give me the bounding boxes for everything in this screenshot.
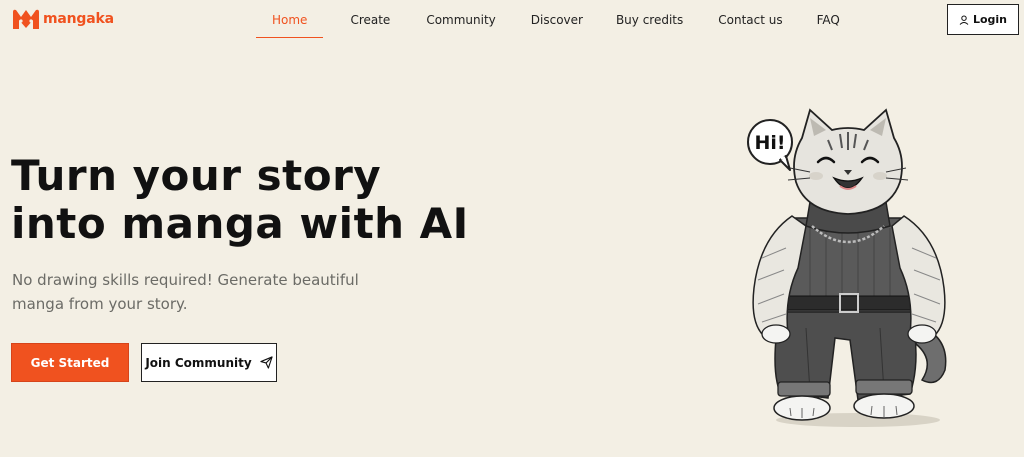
join-community-label: Join Community xyxy=(145,355,252,370)
nav-community[interactable]: Community xyxy=(407,0,512,40)
login-button[interactable]: Login xyxy=(947,4,1019,35)
logo-icon xyxy=(13,9,39,29)
speech-bubble: Hi! xyxy=(747,119,793,171)
send-icon xyxy=(260,356,273,369)
nav-home[interactable]: Home xyxy=(256,0,324,40)
brand-logo[interactable]: mangaka xyxy=(12,6,114,32)
nav-discover[interactable]: Discover xyxy=(513,0,600,40)
get-started-button[interactable]: Get Started xyxy=(11,343,129,382)
nav-create[interactable]: Create xyxy=(323,0,407,40)
hero-subtitle: No drawing skills required! Generate bea… xyxy=(12,271,359,313)
nav-buy-credits[interactable]: Buy credits xyxy=(600,0,700,40)
hero-title-line-2: into manga with AI xyxy=(11,199,469,248)
cat-mascot-illustration: Hi! xyxy=(747,108,947,427)
hero-title: Turn your story into manga with AI xyxy=(11,152,481,248)
nav-contact-us[interactable]: Contact us xyxy=(700,0,798,40)
brand-name: mangaka xyxy=(43,11,114,27)
hero-title-line-1: Turn your story xyxy=(11,151,382,200)
speech-bubble-text: Hi! xyxy=(754,132,785,154)
login-label: Login xyxy=(972,13,1008,26)
join-community-button[interactable]: Join Community xyxy=(141,343,277,382)
user-icon xyxy=(959,15,969,25)
main-nav: Home Create Community Discover Buy credi… xyxy=(240,0,856,40)
site-header: mangaka Home Create Community Discover B… xyxy=(0,0,1024,40)
nav-faq[interactable]: FAQ xyxy=(799,0,856,40)
